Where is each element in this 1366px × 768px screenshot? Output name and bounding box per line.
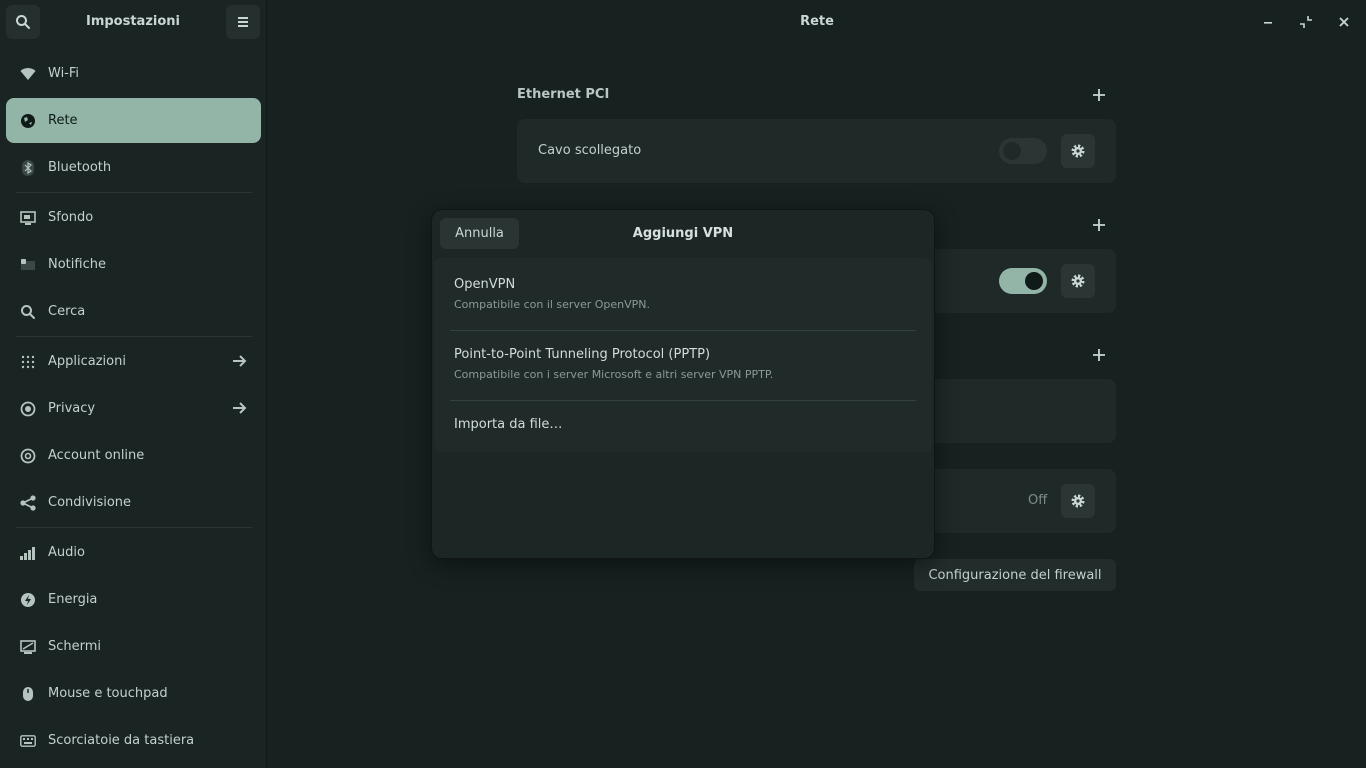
sidebar-item-wifi[interactable]: Wi-Fi bbox=[6, 51, 261, 96]
sidebar-item-privacy[interactable]: Privacy bbox=[6, 386, 261, 431]
sidebar-item-mouse[interactable]: Mouse e touchpad bbox=[6, 671, 261, 716]
share-icon bbox=[20, 494, 36, 511]
ethernet-card: Cavo scollegato bbox=[517, 119, 1116, 183]
ethernet-toggle[interactable] bbox=[999, 138, 1047, 164]
toggle-knob bbox=[1003, 142, 1021, 160]
sidebar-separator bbox=[16, 336, 252, 337]
page-title: Rete bbox=[800, 14, 834, 29]
dialog-title: Aggiungi VPN bbox=[632, 226, 734, 241]
close-button[interactable] bbox=[1336, 14, 1352, 30]
wifi-icon bbox=[20, 66, 36, 82]
sidebar-item-sharing[interactable]: Condivisione bbox=[6, 480, 261, 525]
search-icon bbox=[20, 304, 36, 320]
option-title: OpenVPN bbox=[454, 277, 516, 292]
list-separator bbox=[450, 330, 916, 331]
gear-icon bbox=[1071, 274, 1085, 288]
add-vpn-dialog: Annulla Aggiungi VPN OpenVPN Compatibile… bbox=[432, 210, 934, 558]
sidebar-item-label: Notifiche bbox=[48, 257, 106, 272]
list-separator bbox=[450, 400, 916, 401]
main-menu-button[interactable] bbox=[226, 5, 260, 39]
sidebar-item-label: Energia bbox=[48, 592, 98, 607]
firewall-config-button[interactable]: Configurazione del firewall bbox=[914, 559, 1116, 591]
audio-icon bbox=[20, 545, 36, 561]
gear-icon bbox=[1071, 494, 1085, 508]
sidebar-item-label: Schermi bbox=[48, 639, 102, 654]
sidebar-item-label: Scorciatoie da tastiera bbox=[48, 733, 195, 748]
sidebar-item-label: Mouse e touchpad bbox=[48, 686, 168, 701]
online-accounts-icon bbox=[20, 448, 36, 464]
minimize-icon bbox=[1264, 22, 1272, 24]
vpn-option-openvpn[interactable]: OpenVPN Compatibile con il server OpenVP… bbox=[454, 277, 916, 327]
sidebar-item-label: Applicazioni bbox=[48, 354, 126, 369]
sidebar-item-label: Sfondo bbox=[48, 210, 94, 225]
add-connection-button[interactable] bbox=[1091, 347, 1107, 363]
vpn-option-pptp[interactable]: Point-to-Point Tunneling Protocol (PPTP)… bbox=[454, 347, 916, 397]
vpn-toggle[interactable] bbox=[999, 268, 1047, 294]
proxy-settings-button[interactable] bbox=[1061, 484, 1095, 518]
arrow-right-icon bbox=[231, 353, 247, 373]
sidebar-item-label: Privacy bbox=[48, 401, 96, 416]
sidebar-item-power[interactable]: Energia bbox=[6, 577, 261, 622]
plus-icon bbox=[1093, 349, 1105, 361]
keyboard-icon bbox=[20, 733, 36, 749]
restore-button[interactable] bbox=[1298, 14, 1314, 30]
sidebar-separator bbox=[16, 192, 252, 193]
privacy-icon bbox=[20, 401, 36, 417]
vpn-settings-button[interactable] bbox=[1061, 264, 1095, 298]
option-subtitle: Compatibile con il server OpenVPN. bbox=[454, 298, 651, 311]
sidebar-item-network[interactable]: Rete bbox=[6, 98, 261, 143]
proxy-status: Off bbox=[1028, 493, 1048, 508]
sidebar-item-audio[interactable]: Audio bbox=[6, 530, 261, 575]
sidebar-item-label: Audio bbox=[48, 545, 85, 560]
add-vpn-button[interactable] bbox=[1091, 217, 1107, 233]
mouse-icon bbox=[20, 686, 36, 702]
sidebar-item-label: Wi-Fi bbox=[48, 66, 80, 81]
sidebar-item-label: Condivisione bbox=[48, 495, 132, 510]
ethernet-section-title: Ethernet PCI bbox=[517, 87, 610, 102]
sidebar-item-label: Account online bbox=[48, 448, 145, 463]
vpn-options-list: OpenVPN Compatibile con il server OpenVP… bbox=[434, 258, 932, 452]
sidebar-item-online-accounts[interactable]: Account online bbox=[6, 433, 261, 478]
close-icon bbox=[1339, 17, 1349, 27]
sidebar-item-apps[interactable]: Applicazioni bbox=[6, 339, 261, 384]
vpn-option-import-file[interactable]: Importa da file… bbox=[454, 417, 916, 447]
ethernet-settings-button[interactable] bbox=[1061, 134, 1095, 168]
sidebar-title: Impostazioni bbox=[85, 14, 180, 29]
option-title: Point-to-Point Tunneling Protocol (PPTP) bbox=[454, 347, 711, 362]
option-title: Importa da file… bbox=[454, 417, 563, 432]
search-icon bbox=[16, 15, 30, 29]
displays-icon bbox=[20, 639, 36, 655]
sidebar-item-displays[interactable]: Schermi bbox=[6, 624, 261, 669]
power-icon bbox=[20, 592, 36, 608]
sidebar-item-label: Bluetooth bbox=[48, 160, 112, 175]
notifications-icon bbox=[20, 257, 36, 273]
sidebar-item-keyboard[interactable]: Scorciatoie da tastiera bbox=[6, 718, 261, 763]
minimize-button[interactable] bbox=[1260, 14, 1276, 30]
plus-icon bbox=[1093, 89, 1105, 101]
bluetooth-icon bbox=[20, 159, 36, 176]
arrow-right-icon bbox=[231, 400, 247, 420]
sidebar-item-background[interactable]: Sfondo bbox=[6, 195, 261, 240]
sidebar-header: Impostazioni bbox=[0, 0, 267, 46]
sidebar-item-bluetooth[interactable]: Bluetooth bbox=[6, 145, 261, 190]
network-icon bbox=[20, 113, 36, 129]
background-icon bbox=[20, 210, 36, 226]
hamburger-menu-icon bbox=[238, 17, 248, 27]
option-subtitle: Compatibile con i server Microsoft e alt… bbox=[454, 368, 774, 381]
gear-icon bbox=[1071, 144, 1085, 158]
ethernet-status: Cavo scollegato bbox=[538, 143, 642, 158]
restore-icon bbox=[1300, 16, 1312, 28]
sidebar-item-notifications[interactable]: Notifiche bbox=[6, 242, 261, 287]
toggle-knob bbox=[1025, 272, 1043, 290]
sidebar-separator bbox=[16, 527, 252, 528]
add-ethernet-button[interactable] bbox=[1091, 87, 1107, 103]
sidebar: Impostazioni Wi-Fi Rete Bluetooth Sfondo… bbox=[0, 0, 267, 768]
plus-icon bbox=[1093, 219, 1105, 231]
sidebar-item-label: Cerca bbox=[48, 304, 86, 319]
sidebar-item-search[interactable]: Cerca bbox=[6, 289, 261, 334]
sidebar-item-label: Rete bbox=[48, 113, 78, 128]
apps-icon bbox=[20, 354, 36, 370]
search-button[interactable] bbox=[6, 5, 40, 39]
